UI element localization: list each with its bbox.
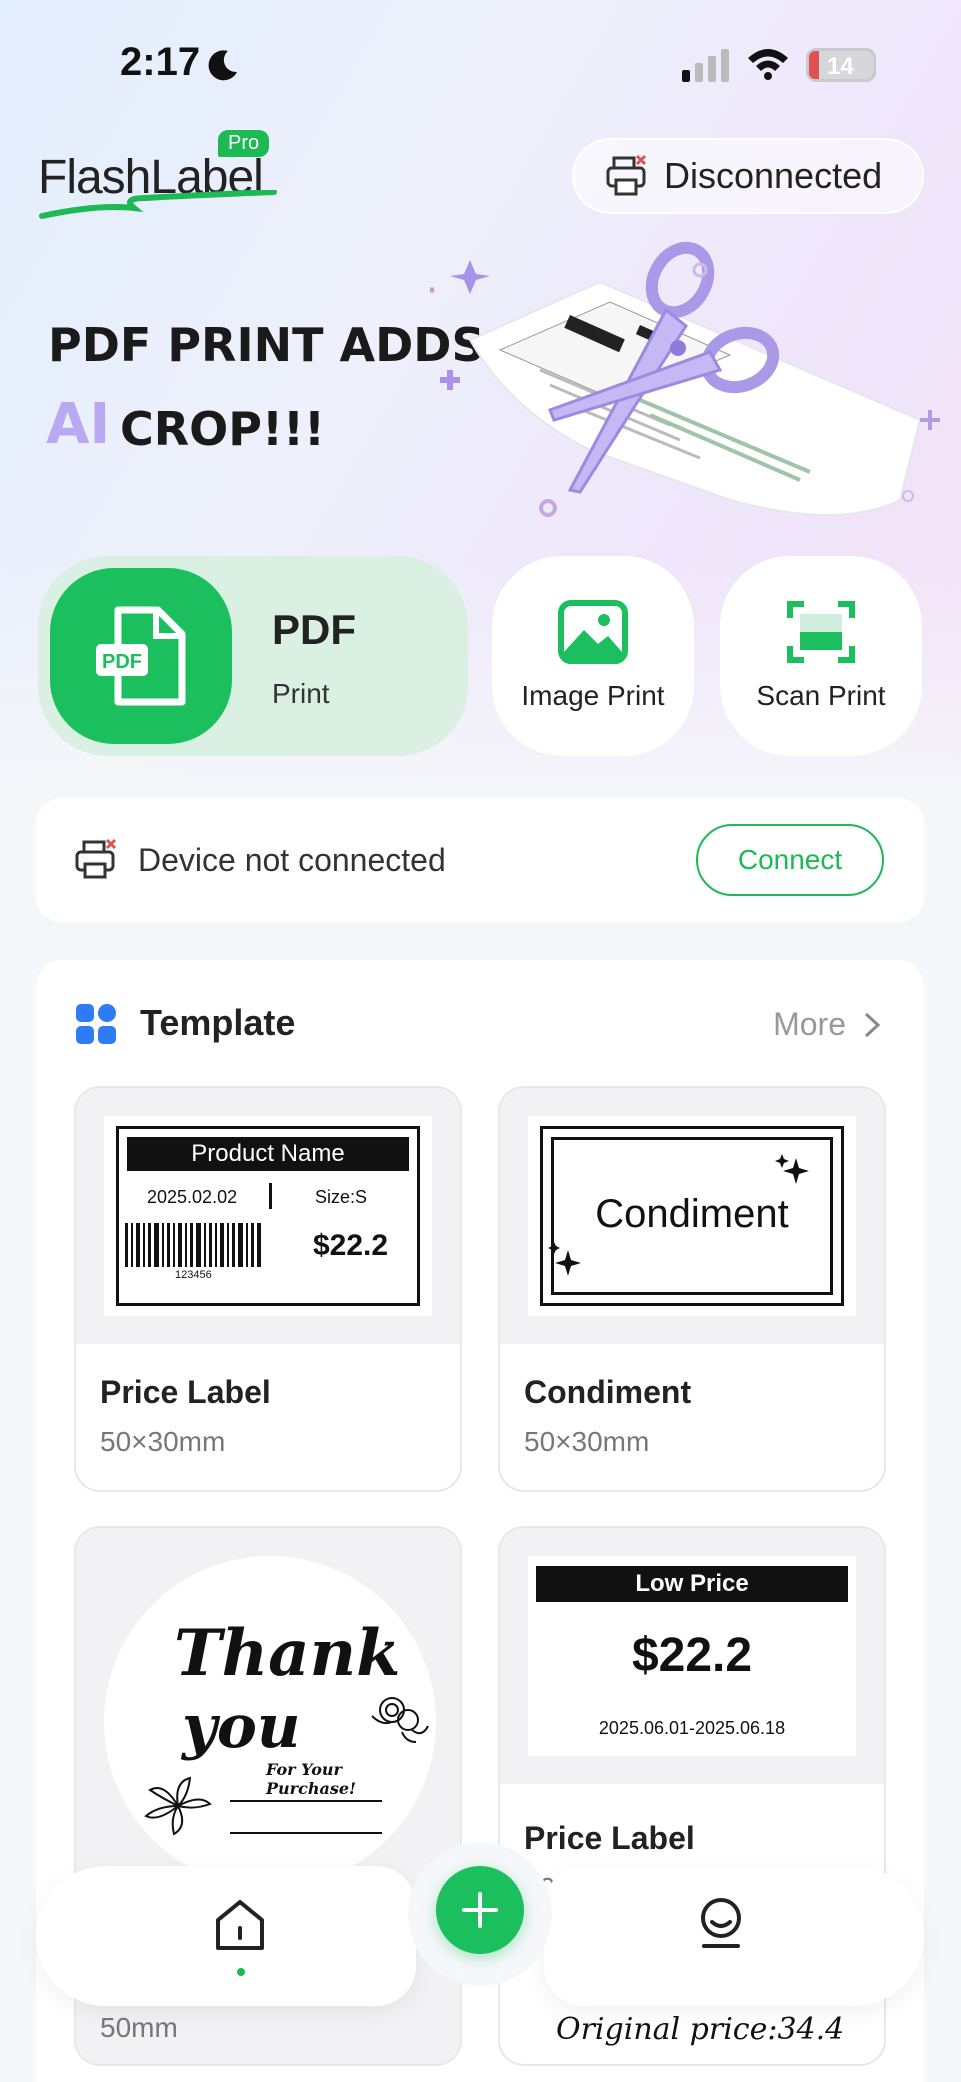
lily-icon	[144, 1776, 212, 1836]
template-size: 50×30mm	[100, 1426, 226, 1457]
original-price-text: Original price:34.4	[556, 2012, 845, 2047]
template-name: Price Label	[524, 1820, 695, 1856]
pdf-print-button[interactable]: PDF PDF Print	[38, 556, 468, 756]
connection-status-button[interactable]: Disconnected	[572, 138, 924, 214]
image-print-label: Image Print	[521, 680, 665, 711]
label-date: 2025.02.02	[147, 1187, 238, 1207]
label-separator	[269, 1183, 272, 1209]
pdf-subtitle: Print	[272, 678, 330, 709]
template-thumbnail: Low Price $22.2 2025.06.01-2025.06.18	[500, 1528, 884, 1784]
condiment-text: Condiment	[595, 1192, 789, 1236]
app-logo: FlashLabel Pro	[38, 130, 288, 222]
template-size: 50mm	[100, 2012, 178, 2043]
profile-icon[interactable]	[696, 1896, 746, 1952]
label-preview: Condiment	[528, 1116, 856, 1316]
image-print-button[interactable]: Image Print	[492, 556, 694, 756]
banner-ai-text: AI	[46, 392, 111, 457]
wifi-icon	[748, 49, 788, 80]
home-icon[interactable]	[214, 1898, 266, 1952]
scan-icon	[787, 601, 855, 663]
svg-text:PDF: PDF	[102, 651, 142, 673]
device-status-card: Device not connected Connect	[36, 798, 924, 922]
template-name: Price Label	[100, 1374, 271, 1410]
thank-you-subtext: For Your Purchase!	[266, 1760, 357, 1798]
active-tab-indicator	[237, 1968, 245, 1976]
more-label: More	[773, 1006, 846, 1042]
pro-badge: Pro	[218, 130, 270, 157]
connect-button[interactable]: Connect	[696, 824, 884, 896]
sparkle-icon	[548, 1242, 581, 1276]
template-size: 50×30mm	[524, 1426, 650, 1457]
image-icon	[558, 600, 628, 664]
template-card-condiment[interactable]: Condiment Condiment 50×30mm	[498, 1086, 886, 1492]
label-preview: Low Price $22.2 2025.06.01-2025.06.18	[528, 1556, 856, 1756]
scan-print-button[interactable]: Scan Print	[720, 556, 922, 756]
status-time: 2:17	[120, 40, 201, 84]
logo-swoosh	[39, 190, 277, 219]
printer-disconnected-icon	[75, 838, 117, 879]
chevron-right-icon	[864, 1012, 881, 1037]
original-price-preview: Original price:34.4	[528, 1998, 856, 2064]
signature-line	[230, 1800, 382, 1802]
barcode-graphic	[125, 1223, 261, 1267]
battery-indicator: 14	[806, 48, 876, 82]
low-price-dates: 2025.06.01-2025.06.18	[598, 1718, 786, 1738]
scan-print-label: Scan Print	[756, 680, 886, 711]
template-thumbnail: Condiment	[500, 1088, 884, 1344]
battery-fill	[809, 51, 819, 79]
status-bar: 2:17 14	[0, 0, 961, 130]
barcode-number: 123456	[175, 1269, 212, 1281]
moon-icon	[208, 50, 237, 81]
thank-you-line1: Thank	[174, 1616, 401, 1691]
battery-level: 14	[827, 53, 854, 80]
label-price: $22.2	[313, 1229, 389, 1262]
template-card-price-label[interactable]: Product Name 2025.02.02 Size:S 123456 $2…	[74, 1086, 462, 1492]
bottom-navigation	[36, 1842, 924, 2006]
pdf-file-icon: PDF	[96, 606, 186, 706]
signature-line	[230, 1832, 382, 1834]
label-size: Size:S	[315, 1187, 368, 1207]
thank-you-line2: you	[182, 1692, 301, 1762]
product-name-header: Product Name	[127, 1137, 409, 1171]
scissors-receipt-illustration	[430, 241, 940, 517]
banner-headline: PDF PRINT ADDS	[48, 318, 485, 372]
flower-icon	[371, 1697, 429, 1743]
banner-subheadline: CROP!!!	[120, 402, 325, 456]
low-price-header: Low Price	[536, 1566, 848, 1602]
template-title: Template	[140, 1002, 296, 1043]
promo-banner[interactable]: PDF PRINT ADDS AI CROP!!!	[0, 230, 961, 550]
device-status-text: Device not connected	[138, 842, 446, 878]
sparkle-icon	[775, 1154, 809, 1184]
label-preview: Product Name 2025.02.02 Size:S 123456 $2…	[104, 1116, 432, 1316]
add-button[interactable]	[436, 1866, 524, 1954]
template-name: Condiment	[524, 1374, 692, 1410]
template-grid-icon	[76, 1004, 116, 1044]
connection-status-text: Disconnected	[664, 155, 883, 196]
printer-disconnected-icon	[606, 154, 647, 196]
price-label-frame: Product Name 2025.02.02 Size:S 123456 $2…	[116, 1126, 420, 1306]
more-templates-link[interactable]: More	[773, 1006, 884, 1043]
plus-icon	[462, 1892, 498, 1928]
cellular-signal-icon	[682, 49, 729, 82]
pdf-icon-box: PDF	[50, 568, 232, 744]
thank-you-label-preview: Thank you For Your Purchase!	[104, 1556, 436, 1888]
pdf-title: PDF	[272, 606, 356, 653]
low-price-amount: $22.2	[631, 1629, 753, 1682]
template-thumbnail: Product Name 2025.02.02 Size:S 123456 $2…	[76, 1088, 460, 1344]
